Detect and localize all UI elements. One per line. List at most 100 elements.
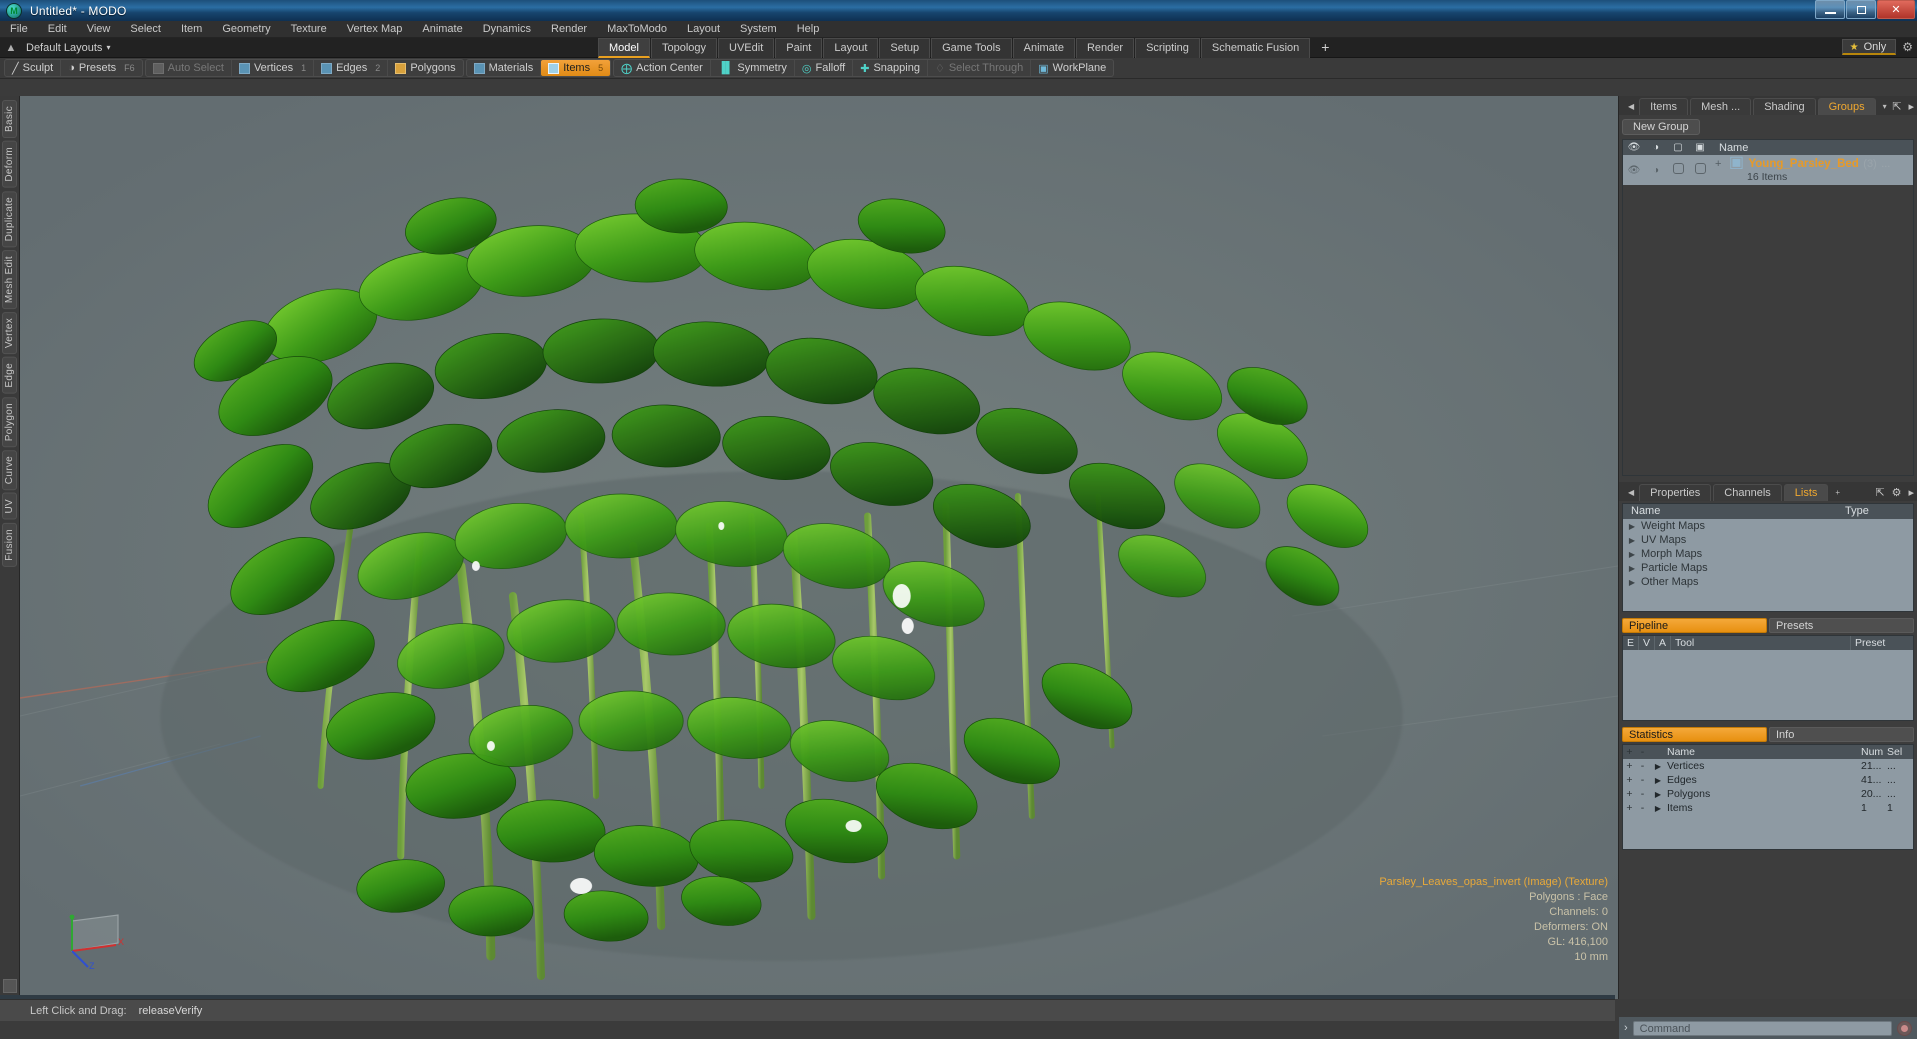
menu-render[interactable]: Render — [541, 21, 597, 38]
tool-select-through[interactable]: ♢ Select Through — [928, 60, 1032, 76]
expand-icon[interactable]: ▶ — [1623, 522, 1641, 531]
statistics-empty-area[interactable] — [1623, 815, 1913, 849]
menu-layout[interactable]: Layout — [677, 21, 730, 38]
gear-icon[interactable]: ⚙ — [1892, 486, 1902, 499]
sidebar-tab-basic[interactable]: Basic — [2, 100, 17, 138]
tab-presets[interactable]: Presets — [1769, 618, 1914, 633]
tool-action-center[interactable]: ⨁ Action Center — [614, 60, 711, 76]
stats-add-button[interactable]: + — [1623, 788, 1636, 800]
table-row[interactable]: + - ▶ Items 1 1 — [1623, 801, 1913, 815]
tool-snapping[interactable]: ✚ Snapping — [853, 60, 928, 76]
expand-icon[interactable]: ▶ — [1623, 578, 1641, 587]
expand-icon[interactable]: ▶ — [1623, 536, 1641, 545]
only-toggle-button[interactable]: ★ Only — [1841, 39, 1897, 55]
expand-icon[interactable]: ▶ — [1623, 550, 1641, 559]
chevron-down-icon[interactable]: ▾ — [1878, 98, 1892, 115]
tab-scripting[interactable]: Scripting — [1135, 38, 1200, 58]
menu-vertex-map[interactable]: Vertex Map — [337, 21, 413, 38]
tab-groups[interactable]: Groups — [1817, 98, 1876, 115]
tool-materials[interactable]: Materials — [467, 60, 542, 76]
add-panel-button[interactable]: + — [1830, 484, 1845, 501]
expand-icon[interactable]: ▶ — [1623, 564, 1641, 573]
tool-polygons[interactable]: Polygons — [388, 60, 462, 76]
menu-view[interactable]: View — [77, 21, 121, 38]
list-item[interactable]: ▶ Other Maps — [1623, 575, 1913, 589]
list-item[interactable]: ▶ UV Maps — [1623, 533, 1913, 547]
gear-icon[interactable]: ⚙ — [1902, 40, 1913, 54]
tab-mesh[interactable]: Mesh ... — [1690, 98, 1752, 115]
menu-animate[interactable]: Animate — [412, 21, 472, 38]
tab-channels[interactable]: Channels — [1713, 484, 1782, 501]
expand-icon[interactable]: + — [1715, 158, 1721, 170]
sidebar-extra-button[interactable] — [2, 979, 17, 993]
add-tab-button[interactable]: + — [1311, 38, 1339, 58]
table-row[interactable]: 👁 ◑ + ▣ Young_Parsley_Bed (3) ... 16 Ite… — [1623, 155, 1913, 185]
panel-collapse-icon-2[interactable]: ◀ — [1623, 484, 1639, 501]
table-row[interactable]: + - ▶ Edges 41... ... — [1623, 773, 1913, 787]
group-name-cell[interactable]: + ▣ Young_Parsley_Bed (3) ... 16 Items — [1711, 155, 1913, 184]
table-row[interactable]: + - ▶ Polygons 20... ... — [1623, 787, 1913, 801]
menu-help[interactable]: Help — [787, 21, 830, 38]
menu-select[interactable]: Select — [120, 21, 171, 38]
tab-pipeline[interactable]: Pipeline — [1622, 618, 1767, 633]
tab-layout[interactable]: Layout — [823, 38, 879, 58]
row-cube-solid-icon[interactable] — [1689, 163, 1711, 177]
tab-uvedit[interactable]: UVEdit — [718, 38, 775, 58]
tab-items[interactable]: Items — [1639, 98, 1689, 115]
sidebar-tab-vertex[interactable]: Vertex — [2, 312, 17, 355]
sidebar-tab-fusion[interactable]: Fusion — [2, 522, 17, 567]
expand-icon[interactable]: ▶ — [1649, 804, 1667, 813]
command-input[interactable]: Command — [1632, 1020, 1892, 1036]
tab-info[interactable]: Info — [1769, 727, 1914, 742]
menu-maxtomodo[interactable]: MaxToModo — [597, 21, 677, 38]
row-render-icon[interactable]: ◑ — [1645, 165, 1667, 176]
tool-sculpt[interactable]: ╱ Sculpt — [5, 60, 62, 76]
expand-icon[interactable]: ⇱ — [1892, 100, 1901, 113]
tab-setup[interactable]: Setup — [879, 38, 931, 58]
menu-texture[interactable]: Texture — [281, 21, 337, 38]
sidebar-tab-curve[interactable]: Curve — [2, 450, 17, 491]
default-layouts-label[interactable]: Default Layouts — [22, 42, 102, 54]
tab-game-tools[interactable]: Game Tools — [931, 38, 1012, 58]
panel-collapse-icon[interactable]: ◀ — [1623, 98, 1639, 115]
tool-presets[interactable]: ◑ Presets F6 — [61, 60, 141, 76]
tab-lists[interactable]: Lists — [1783, 484, 1829, 501]
menu-geometry[interactable]: Geometry — [212, 21, 280, 38]
viewport-3d[interactable]: Perspective Advanced Ray GL: Off ✥ ↻ ⚲ ⇱… — [20, 96, 1619, 999]
menu-file[interactable]: File — [0, 21, 38, 38]
minimize-button[interactable] — [1815, 0, 1845, 19]
stats-add-button[interactable]: + — [1623, 802, 1636, 814]
menu-system[interactable]: System — [730, 21, 787, 38]
stats-add-button[interactable]: + — [1623, 760, 1636, 772]
home-icon[interactable]: ▲ — [0, 42, 22, 54]
sidebar-tab-mesh-edit[interactable]: Mesh Edit — [2, 249, 17, 310]
lists-empty-area[interactable] — [1623, 589, 1913, 611]
tool-falloff[interactable]: ◎ Falloff — [795, 60, 854, 76]
sidebar-tab-polygon[interactable]: Polygon — [2, 396, 17, 448]
chevron-right-icon[interactable]: ▸ — [1908, 486, 1914, 499]
chevron-right-icon[interactable]: ▸ — [1908, 100, 1914, 113]
stats-remove-button[interactable]: - — [1636, 802, 1649, 814]
menu-item[interactable]: Item — [171, 21, 212, 38]
close-button[interactable]: ✕ — [1877, 0, 1915, 19]
tab-schematic-fusion[interactable]: Schematic Fusion — [1200, 38, 1311, 58]
tab-topology[interactable]: Topology — [650, 38, 718, 58]
tool-workplane[interactable]: ▣ WorkPlane — [1031, 60, 1113, 76]
sidebar-tab-uv[interactable]: UV — [2, 493, 17, 520]
sidebar-tab-duplicate[interactable]: Duplicate — [2, 190, 17, 247]
stats-remove-button[interactable]: - — [1636, 774, 1649, 786]
expand-icon[interactable]: ⇱ — [1875, 486, 1884, 499]
sidebar-tab-deform[interactable]: Deform — [2, 140, 17, 188]
tool-symmetry[interactable]: ▐▌ Symmetry — [711, 60, 795, 76]
expand-icon[interactable]: ▶ — [1649, 790, 1667, 799]
tab-properties[interactable]: Properties — [1639, 484, 1712, 501]
tool-auto-select[interactable]: Auto Select — [146, 60, 232, 76]
groups-tree-empty-area[interactable] — [1623, 185, 1913, 475]
tool-edges[interactable]: Edges 2 — [314, 60, 389, 76]
list-item[interactable]: ▶ Morph Maps — [1623, 547, 1913, 561]
table-row[interactable]: + - ▶ Vertices 21... ... — [1623, 759, 1913, 773]
tool-items[interactable]: Items 5 — [541, 60, 611, 76]
stats-remove-button[interactable]: - — [1636, 760, 1649, 772]
pipeline-table[interactable]: E V A Tool Preset — [1622, 635, 1914, 721]
maximize-button[interactable] — [1846, 0, 1876, 19]
